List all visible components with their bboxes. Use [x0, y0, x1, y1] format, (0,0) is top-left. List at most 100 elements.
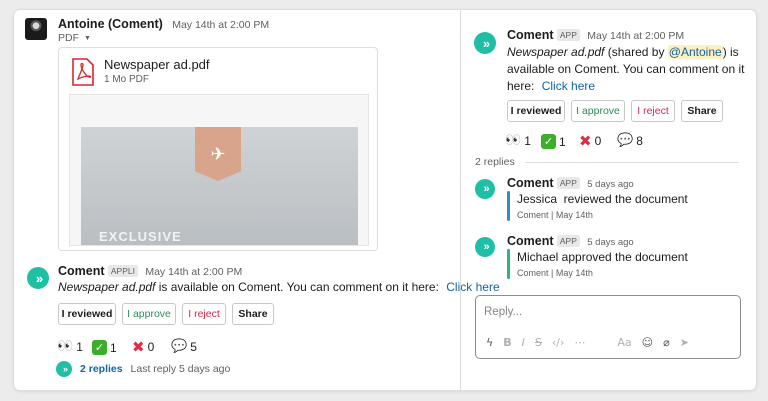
reaction-count: 5: [190, 340, 197, 354]
app-message-text: Newspaper ad.pdf is available on Coment.…: [58, 280, 500, 294]
pdf-file-icon: [72, 58, 94, 86]
reaction-count: 8: [636, 134, 643, 148]
coment-app-avatar[interactable]: »: [474, 32, 496, 54]
app-time[interactable]: May 14th at 2:00 PM: [145, 266, 242, 278]
coment-app-avatar[interactable]: »: [475, 179, 495, 199]
meta-source: Coment: [517, 210, 549, 220]
more-icon[interactable]: ⋯: [574, 336, 585, 349]
file-type-toggle[interactable]: PDF ▼: [58, 32, 91, 44]
reaction-count: 0: [147, 340, 155, 354]
reaction-eyes[interactable]: 👀 1: [57, 339, 83, 355]
lightning-icon[interactable]: ϟ: [486, 336, 493, 349]
eyes-icon: 👀: [57, 339, 74, 354]
reaction-speech[interactable]: 💬 5: [171, 339, 197, 355]
share-button[interactable]: Share: [232, 303, 274, 325]
reply-composer[interactable]: Reply... ϟ B I S ‹/› ⋯ Aa ☺ ⌀ ➤: [475, 295, 741, 359]
doc-name: Newspaper ad.pdf: [58, 280, 156, 294]
user-mention[interactable]: @Antoine: [667, 45, 723, 59]
composer-toolbar: ϟ B I S ‹/› ⋯ Aa ☺ ⌀ ➤: [486, 336, 689, 349]
reaction-count: 1: [524, 134, 531, 148]
thread-coment-avatar: »: [56, 361, 72, 377]
speech-bubble-icon: 💬: [617, 133, 634, 148]
attachment-bar-green: [507, 249, 510, 279]
approve-button[interactable]: I approve: [571, 100, 625, 122]
reply-text: Jessica reviewed the document: [517, 192, 688, 206]
preview-image: ✈ EXCLUSIVE: [81, 127, 358, 245]
thread-message-text: Newspaper ad.pdf (shared by @Antoine) is…: [507, 44, 747, 95]
reaction-check[interactable]: ✓ 1: [541, 134, 566, 149]
reject-button[interactable]: I reject: [631, 100, 675, 122]
check-mark-icon: ✓: [92, 340, 107, 355]
attachment-bar-blue: [507, 191, 510, 221]
eyes-icon: 👀: [505, 133, 522, 148]
app-badge: APPLI: [107, 265, 138, 277]
meta-date: May 14th: [555, 268, 593, 278]
app-author[interactable]: Coment: [58, 264, 105, 278]
message-line-2: available on Coment. You can comment on …: [507, 62, 745, 76]
reply-meta: Coment | May 14th: [517, 268, 593, 278]
antoine-avatar[interactable]: [25, 18, 47, 40]
meta-source: Coment: [517, 268, 549, 278]
share-button[interactable]: Share: [681, 100, 723, 122]
approve-button[interactable]: I approve: [122, 303, 176, 325]
file-type-label: PDF: [58, 32, 79, 44]
reviewed-button[interactable]: I reviewed: [58, 303, 116, 325]
emoji-icon[interactable]: ☺: [642, 336, 653, 349]
reply-time[interactable]: 5 days ago: [587, 179, 633, 190]
file-preview[interactable]: ✈ EXCLUSIVE: [69, 94, 369, 246]
reviewed-button[interactable]: I reviewed: [507, 100, 565, 122]
airplane-icon: ✈: [195, 127, 241, 181]
thread-author[interactable]: Coment: [507, 28, 554, 42]
file-card[interactable]: Newspaper ad.pdf 1 Mo PDF ✈ EXCLUSIVE: [58, 47, 378, 251]
reaction-check[interactable]: ✓ 1: [92, 340, 117, 355]
reply-time[interactable]: 5 days ago: [587, 237, 633, 248]
thread-time[interactable]: May 14th at 2:00 PM: [587, 30, 684, 42]
replies-count: 2 replies: [475, 156, 515, 168]
coment-app-avatar[interactable]: »: [475, 237, 495, 257]
speech-bubble-icon: 💬: [171, 339, 188, 354]
reply-author[interactable]: Coment: [507, 176, 554, 190]
thread-pane: » Coment APP May 14th at 2:00 PM Newspap…: [460, 10, 756, 390]
click-here-link[interactable]: Click here: [542, 79, 595, 93]
file-size: 1 Mo PDF: [104, 74, 150, 85]
bold-icon[interactable]: B: [503, 336, 511, 349]
message-line-3: here:: [507, 79, 535, 93]
send-icon[interactable]: ➤: [680, 336, 689, 349]
code-icon[interactable]: ‹/›: [552, 336, 565, 349]
file-name[interactable]: Newspaper ad.pdf: [104, 57, 210, 72]
reply-author[interactable]: Coment: [507, 234, 554, 248]
caret-down-icon: ▼: [84, 34, 91, 42]
slack-window: Antoine (Coment) May 14th at 2:00 PM PDF…: [14, 10, 756, 390]
post-author[interactable]: Antoine (Coment): [58, 17, 163, 31]
post-time[interactable]: May 14th at 2:00 PM: [172, 19, 269, 31]
cross-mark-icon: ✖: [579, 132, 592, 150]
coment-app-avatar[interactable]: »: [27, 267, 49, 289]
last-reply-text: Last reply 5 days ago: [130, 363, 231, 375]
reply-meta: Coment | May 14th: [517, 210, 593, 220]
reaction-eyes[interactable]: 👀 1: [505, 133, 531, 149]
replies-divider: [525, 162, 739, 163]
reply-input[interactable]: Reply...: [484, 306, 522, 318]
meta-date: May 14th: [555, 210, 593, 220]
reply-text: Michael approved the document: [517, 250, 688, 264]
reject-button[interactable]: I reject: [182, 303, 226, 325]
reaction-cross[interactable]: ✖ 0: [132, 340, 155, 355]
reaction-count: 0: [594, 134, 602, 148]
text-format-icon[interactable]: Aa: [617, 336, 631, 349]
attach-icon[interactable]: ⌀: [663, 336, 670, 349]
shared-prefix: (shared by: [607, 45, 665, 59]
availability-text: is available on Coment. You can comment …: [158, 280, 439, 294]
shared-suffix: ) is: [722, 45, 739, 59]
italic-icon[interactable]: I: [522, 336, 525, 349]
check-mark-icon: ✓: [541, 134, 556, 149]
replies-link[interactable]: 2 replies: [80, 363, 123, 375]
reaction-speech[interactable]: 💬 8: [617, 133, 643, 149]
reaction-count: 1: [76, 340, 83, 354]
app-badge: APP: [556, 29, 580, 41]
app-badge: APP: [556, 235, 580, 247]
reaction-count: 1: [110, 340, 117, 355]
doc-name: Newspaper ad.pdf: [507, 45, 605, 59]
strikethrough-icon[interactable]: S: [535, 336, 542, 349]
reaction-cross[interactable]: ✖ 0: [579, 132, 602, 150]
preview-text: EXCLUSIVE: [99, 229, 182, 244]
